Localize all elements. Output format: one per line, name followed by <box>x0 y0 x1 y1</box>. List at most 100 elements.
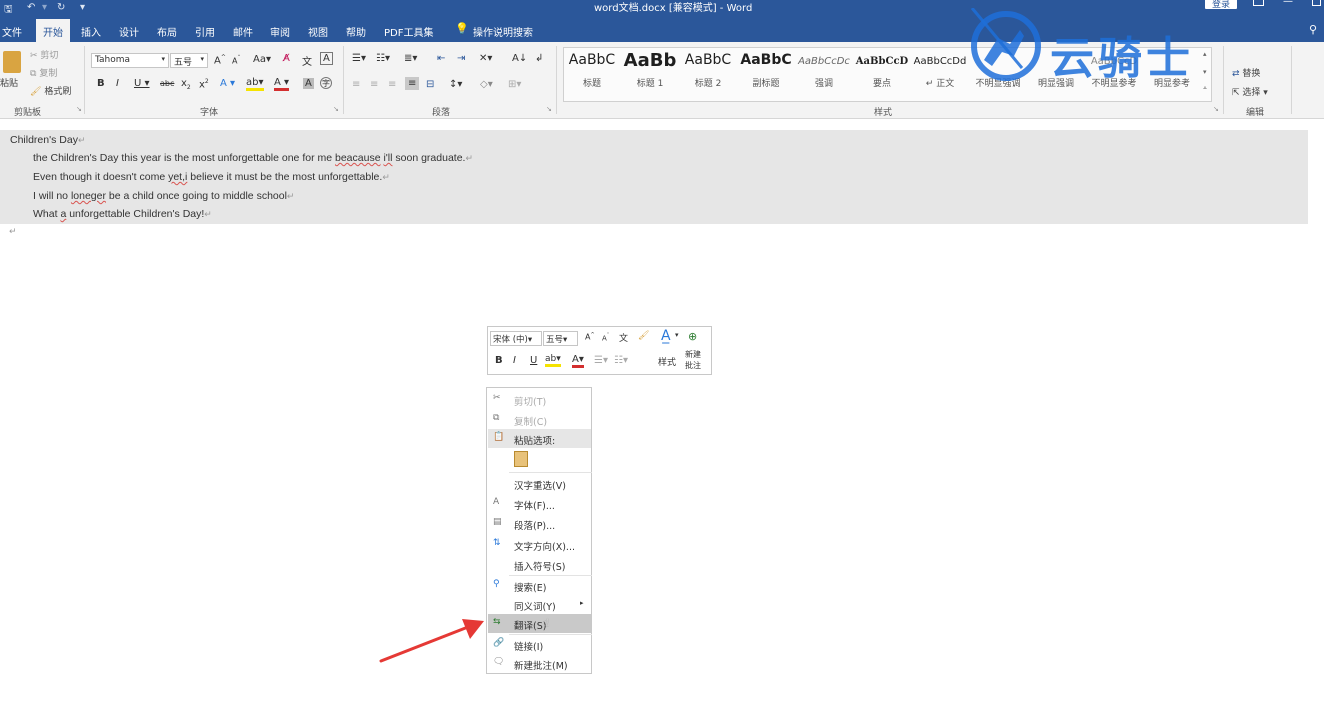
paragraph-launcher-icon[interactable]: ↘ <box>546 105 552 113</box>
document-canvas[interactable]: Children's Day↵ the Children's Day this … <box>0 120 1324 711</box>
style-intense-reference[interactable]: 明显参考 <box>1143 52 1201 89</box>
change-case-icon[interactable]: Aa▾ <box>253 54 271 65</box>
menu-item-synonyms[interactable]: 同义词(Y) ▸ <box>488 595 591 614</box>
menu-item-new-comment[interactable]: 🗨 新建批注(M) <box>488 654 591 673</box>
mini-font-color-icon[interactable]: A▾ <box>572 354 584 368</box>
save-icon[interactable]: 🖫 <box>4 2 13 19</box>
mini-bullets-icon[interactable]: ☰▾ <box>594 355 608 366</box>
underline-button[interactable]: U ▾ <box>134 78 150 89</box>
borders-icon[interactable]: ⊞▾ <box>508 79 521 90</box>
doc-line-4[interactable]: What a unforgettable Children's Day!↵ <box>33 208 212 220</box>
tell-me-search[interactable]: 操作说明搜索 <box>473 24 533 39</box>
shrink-font-icon[interactable]: Aˇ <box>232 55 240 66</box>
paste-keep-text-icon[interactable] <box>514 451 528 467</box>
undo-dropdown-icon[interactable]: ▾ <box>42 2 47 13</box>
multilevel-list-icon[interactable]: ≣▾ <box>404 53 417 64</box>
char-shading-icon[interactable]: A <box>303 78 314 89</box>
mini-grow-font-icon[interactable]: A^ <box>585 332 595 342</box>
phonetic-guide-icon[interactable]: 文 <box>302 53 312 68</box>
menu-item-text-direction[interactable]: ⇅ 文字方向(X)... <box>488 535 591 554</box>
align-right-icon[interactable]: ≡ <box>388 79 396 90</box>
chinese-layout-icon[interactable]: ✕▾ <box>479 53 492 64</box>
subscript-icon[interactable]: x2 <box>181 78 191 91</box>
replace-button[interactable]: ⇄ 替换 <box>1232 66 1260 79</box>
menu-item-translate[interactable]: ⇆ 翻译(S) ☝ <box>488 614 591 633</box>
justify-icon[interactable]: ≡ <box>405 77 420 90</box>
clipboard-launcher-icon[interactable]: ↘ <box>76 105 82 113</box>
style-normal[interactable]: AaBbCcDd ↵ 正文 <box>911 52 969 89</box>
tab-layout[interactable]: 布局 <box>157 24 177 39</box>
style-subtle-emphasis[interactable]: 不明显强调 <box>969 52 1027 89</box>
menu-item-font[interactable]: A 字体(F)... <box>488 494 591 513</box>
tab-mailings[interactable]: 邮件 <box>233 24 253 39</box>
style-strong[interactable]: AaBbCcD 要点 <box>853 52 911 89</box>
menu-item-search[interactable]: ⚲ 搜索(E) <box>488 576 591 595</box>
align-center-icon[interactable]: ≡ <box>370 79 378 90</box>
paste-icon[interactable] <box>3 51 21 73</box>
format-painter-button[interactable]: 🖌 格式刷 <box>30 84 71 97</box>
tab-pdf-tools[interactable]: PDF工具集 <box>384 24 433 39</box>
maximize-icon[interactable] <box>1312 0 1321 6</box>
shading-icon[interactable]: ◇▾ <box>480 79 493 90</box>
quick-access-dropdown-icon[interactable]: ▾ <box>80 2 85 13</box>
tab-home[interactable]: 开始 <box>36 19 70 42</box>
show-marks-icon[interactable]: ↲ <box>535 53 543 64</box>
copy-button[interactable]: ⧉ 复制 <box>30 66 57 79</box>
cut-button[interactable]: ✂ 剪切 <box>30 48 58 61</box>
menu-item-cut[interactable]: ✂ 剪切(T) <box>488 390 591 409</box>
style-subtle-reference[interactable]: AaBbCcD 不明显参考 <box>1085 52 1143 89</box>
style-heading-1[interactable]: AaBb 标题 1 <box>621 52 679 89</box>
style-heading-2[interactable]: AaBbC 标题 2 <box>679 52 737 89</box>
tab-insert[interactable]: 插入 <box>81 24 101 39</box>
mini-font-dropdown[interactable]: 宋体 (中)▾ <box>490 331 542 346</box>
numbering-icon[interactable]: ☷▾ <box>376 53 390 64</box>
font-launcher-icon[interactable]: ↘ <box>333 105 339 113</box>
doc-heading-line[interactable]: Children's Day↵ <box>10 134 86 146</box>
mini-shrink-font-icon[interactable]: Aˇ <box>602 333 609 342</box>
style-intense-emphasis[interactable]: 明显强调 <box>1027 52 1085 89</box>
font-name-dropdown[interactable]: Tahoma ▾ <box>91 53 169 68</box>
doc-line-2[interactable]: Even though it doesn't come yet,i believ… <box>33 171 390 183</box>
tab-review[interactable]: 审阅 <box>270 24 290 39</box>
select-button[interactable]: ⇱ 选择 ▾ <box>1232 85 1268 98</box>
login-button[interactable]: 登录 <box>1205 0 1237 10</box>
mini-numbering-icon[interactable]: ☷▾ <box>614 355 628 366</box>
styles-launcher-icon[interactable]: ↘ <box>1213 105 1219 113</box>
text-effects-icon[interactable]: A ▾ <box>220 78 235 89</box>
mini-format-painter-icon[interactable]: 🖌 <box>638 331 649 341</box>
decrease-indent-icon[interactable]: ⇤ <box>437 53 445 64</box>
minimize-button[interactable]: — <box>1283 0 1293 7</box>
mini-styles-button[interactable]: 样式 <box>658 355 676 368</box>
line-spacing-icon[interactable]: ↕▾ <box>449 79 462 90</box>
bold-button[interactable]: B <box>97 78 105 89</box>
menu-item-link[interactable]: 🔗 链接(I) <box>488 635 591 654</box>
tab-design[interactable]: 设计 <box>119 24 139 39</box>
tab-help[interactable]: 帮助 <box>346 24 366 39</box>
gallery-down-icon[interactable]: ▾ <box>1203 68 1207 76</box>
mini-italic-button[interactable]: I <box>513 355 516 366</box>
distributed-icon[interactable]: ⊟ <box>426 79 434 90</box>
italic-button[interactable]: I <box>116 78 119 89</box>
redo-icon[interactable]: ↻ <box>57 2 65 13</box>
tab-references[interactable]: 引用 <box>195 24 215 39</box>
sort-icon[interactable]: A↓ <box>512 53 527 64</box>
menu-item-paragraph[interactable]: ▤ 段落(P)... <box>488 514 591 533</box>
char-border-icon[interactable]: A <box>320 52 333 65</box>
font-color-icon[interactable]: A ▾ <box>274 77 290 91</box>
doc-line-3[interactable]: I will no loneger be a child once going … <box>33 190 294 202</box>
mini-new-comment-label-1[interactable]: 新建 <box>685 349 701 360</box>
gallery-up-icon[interactable]: ▴ <box>1203 50 1207 58</box>
mini-bold-button[interactable]: B <box>495 355 503 366</box>
ribbon-display-icon[interactable] <box>1253 0 1264 6</box>
align-left-icon[interactable]: ≡ <box>352 79 360 90</box>
mini-phonetic-icon[interactable]: 文 <box>619 331 628 344</box>
tab-view[interactable]: 视图 <box>308 24 328 39</box>
mini-size-dropdown[interactable]: 五号▾ <box>543 331 578 346</box>
person-icon[interactable]: ⚲ <box>1309 23 1317 36</box>
menu-item-copy[interactable]: ⧉ 复制(C) <box>488 410 591 429</box>
mini-underline-button[interactable]: U <box>530 355 537 366</box>
mini-new-comment-label-2[interactable]: 批注 <box>685 360 701 371</box>
tab-file[interactable]: 文件 <box>2 24 22 39</box>
enclose-char-icon[interactable]: 字 <box>320 77 332 89</box>
strikethrough-icon[interactable]: abc <box>160 79 174 88</box>
